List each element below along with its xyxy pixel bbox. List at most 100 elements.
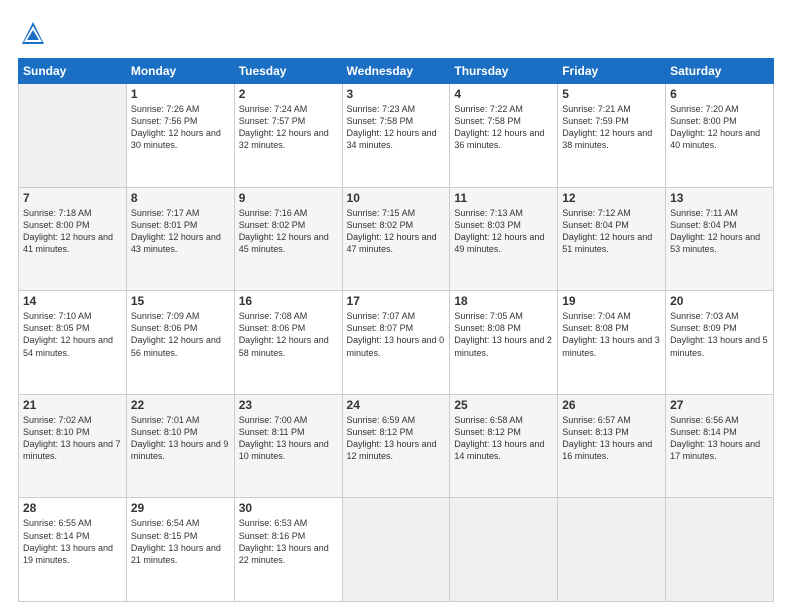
page: SundayMondayTuesdayWednesdayThursdayFrid… <box>0 0 792 612</box>
day-info: Sunrise: 7:08 AMSunset: 8:06 PMDaylight:… <box>239 310 338 359</box>
day-info: Sunrise: 7:05 AMSunset: 8:08 PMDaylight:… <box>454 310 553 359</box>
day-info: Sunrise: 7:00 AMSunset: 8:11 PMDaylight:… <box>239 414 338 463</box>
day-info: Sunrise: 7:23 AMSunset: 7:58 PMDaylight:… <box>347 103 446 152</box>
day-number: 22 <box>131 398 230 412</box>
day-info: Sunrise: 6:59 AMSunset: 8:12 PMDaylight:… <box>347 414 446 463</box>
calendar-day-cell: 17 Sunrise: 7:07 AMSunset: 8:07 PMDayligh… <box>342 291 450 395</box>
day-number: 1 <box>131 87 230 101</box>
day-number: 9 <box>239 191 338 205</box>
day-number: 20 <box>670 294 769 308</box>
calendar-day-cell: 4 Sunrise: 7:22 AMSunset: 7:58 PMDaylight… <box>450 84 558 188</box>
day-info: Sunrise: 6:58 AMSunset: 8:12 PMDaylight:… <box>454 414 553 463</box>
calendar-day-cell <box>558 498 666 602</box>
day-number: 4 <box>454 87 553 101</box>
day-info: Sunrise: 7:03 AMSunset: 8:09 PMDaylight:… <box>670 310 769 359</box>
day-info: Sunrise: 7:18 AMSunset: 8:00 PMDaylight:… <box>23 207 122 256</box>
calendar-day-cell: 25 Sunrise: 6:58 AMSunset: 8:12 PMDayligh… <box>450 394 558 498</box>
day-info: Sunrise: 7:10 AMSunset: 8:05 PMDaylight:… <box>23 310 122 359</box>
calendar-day-cell <box>450 498 558 602</box>
day-info: Sunrise: 7:20 AMSunset: 8:00 PMDaylight:… <box>670 103 769 152</box>
day-info: Sunrise: 7:15 AMSunset: 8:02 PMDaylight:… <box>347 207 446 256</box>
day-info: Sunrise: 7:02 AMSunset: 8:10 PMDaylight:… <box>23 414 122 463</box>
calendar-day-cell <box>666 498 774 602</box>
day-number: 25 <box>454 398 553 412</box>
calendar-day-cell: 14 Sunrise: 7:10 AMSunset: 8:05 PMDayligh… <box>19 291 127 395</box>
day-info: Sunrise: 7:04 AMSunset: 8:08 PMDaylight:… <box>562 310 661 359</box>
calendar-day-cell: 28 Sunrise: 6:55 AMSunset: 8:14 PMDayligh… <box>19 498 127 602</box>
weekday-header: Thursday <box>450 59 558 84</box>
weekday-header: Wednesday <box>342 59 450 84</box>
day-info: Sunrise: 6:53 AMSunset: 8:16 PMDaylight:… <box>239 517 338 566</box>
calendar-day-cell: 20 Sunrise: 7:03 AMSunset: 8:09 PMDayligh… <box>666 291 774 395</box>
calendar-week-row: 14 Sunrise: 7:10 AMSunset: 8:05 PMDayligh… <box>19 291 774 395</box>
day-info: Sunrise: 7:01 AMSunset: 8:10 PMDaylight:… <box>131 414 230 463</box>
day-number: 27 <box>670 398 769 412</box>
calendar-day-cell: 1 Sunrise: 7:26 AMSunset: 7:56 PMDaylight… <box>126 84 234 188</box>
calendar-day-cell: 22 Sunrise: 7:01 AMSunset: 8:10 PMDayligh… <box>126 394 234 498</box>
day-number: 15 <box>131 294 230 308</box>
calendar-table: SundayMondayTuesdayWednesdayThursdayFrid… <box>18 58 774 602</box>
day-info: Sunrise: 7:16 AMSunset: 8:02 PMDaylight:… <box>239 207 338 256</box>
day-number: 6 <box>670 87 769 101</box>
calendar-day-cell: 23 Sunrise: 7:00 AMSunset: 8:11 PMDayligh… <box>234 394 342 498</box>
day-number: 29 <box>131 501 230 515</box>
calendar-day-cell: 21 Sunrise: 7:02 AMSunset: 8:10 PMDayligh… <box>19 394 127 498</box>
day-number: 11 <box>454 191 553 205</box>
calendar-day-cell: 24 Sunrise: 6:59 AMSunset: 8:12 PMDayligh… <box>342 394 450 498</box>
day-info: Sunrise: 7:13 AMSunset: 8:03 PMDaylight:… <box>454 207 553 256</box>
calendar-day-cell: 19 Sunrise: 7:04 AMSunset: 8:08 PMDayligh… <box>558 291 666 395</box>
calendar-day-cell: 26 Sunrise: 6:57 AMSunset: 8:13 PMDayligh… <box>558 394 666 498</box>
header <box>18 18 774 48</box>
logo-icon <box>18 18 48 48</box>
day-info: Sunrise: 7:07 AMSunset: 8:07 PMDaylight:… <box>347 310 446 359</box>
calendar-day-cell: 16 Sunrise: 7:08 AMSunset: 8:06 PMDayligh… <box>234 291 342 395</box>
day-info: Sunrise: 7:12 AMSunset: 8:04 PMDaylight:… <box>562 207 661 256</box>
day-number: 23 <box>239 398 338 412</box>
day-info: Sunrise: 7:17 AMSunset: 8:01 PMDaylight:… <box>131 207 230 256</box>
calendar-day-cell <box>19 84 127 188</box>
calendar-day-cell: 5Sunrise: 7:21 AMSunset: 7:59 PMDaylight… <box>558 84 666 188</box>
calendar-day-cell: 10 Sunrise: 7:15 AMSunset: 8:02 PMDayligh… <box>342 187 450 291</box>
day-info: Sunrise: 7:26 AMSunset: 7:56 PMDaylight:… <box>131 103 230 152</box>
day-info: Sunrise: 6:54 AMSunset: 8:15 PMDaylight:… <box>131 517 230 566</box>
day-number: 7 <box>23 191 122 205</box>
calendar-week-row: 7 Sunrise: 7:18 AMSunset: 8:00 PMDaylight… <box>19 187 774 291</box>
day-number: 28 <box>23 501 122 515</box>
day-number: 24 <box>347 398 446 412</box>
day-number: 10 <box>347 191 446 205</box>
day-info: Sunrise: 6:56 AMSunset: 8:14 PMDaylight:… <box>670 414 769 463</box>
day-number: 16 <box>239 294 338 308</box>
calendar-week-row: 28 Sunrise: 6:55 AMSunset: 8:14 PMDayligh… <box>19 498 774 602</box>
weekday-header: Sunday <box>19 59 127 84</box>
day-info: Sunrise: 7:09 AMSunset: 8:06 PMDaylight:… <box>131 310 230 359</box>
day-info: Sunrise: 7:22 AMSunset: 7:58 PMDaylight:… <box>454 103 553 152</box>
logo <box>18 18 52 48</box>
calendar-day-cell: 27 Sunrise: 6:56 AMSunset: 8:14 PMDayligh… <box>666 394 774 498</box>
weekday-header-row: SundayMondayTuesdayWednesdayThursdayFrid… <box>19 59 774 84</box>
day-info: Sunrise: 6:57 AMSunset: 8:13 PMDaylight:… <box>562 414 661 463</box>
day-number: 13 <box>670 191 769 205</box>
calendar-day-cell: 15 Sunrise: 7:09 AMSunset: 8:06 PMDayligh… <box>126 291 234 395</box>
calendar-week-row: 21 Sunrise: 7:02 AMSunset: 8:10 PMDayligh… <box>19 394 774 498</box>
day-info: Sunrise: 7:21 AMSunset: 7:59 PMDaylight:… <box>562 103 661 152</box>
calendar-day-cell: 6 Sunrise: 7:20 AMSunset: 8:00 PMDaylight… <box>666 84 774 188</box>
day-number: 18 <box>454 294 553 308</box>
day-number: 19 <box>562 294 661 308</box>
weekday-header: Monday <box>126 59 234 84</box>
weekday-header: Friday <box>558 59 666 84</box>
day-number: 14 <box>23 294 122 308</box>
calendar-day-cell: 9 Sunrise: 7:16 AMSunset: 8:02 PMDaylight… <box>234 187 342 291</box>
calendar-day-cell: 11 Sunrise: 7:13 AMSunset: 8:03 PMDayligh… <box>450 187 558 291</box>
weekday-header: Tuesday <box>234 59 342 84</box>
weekday-header: Saturday <box>666 59 774 84</box>
calendar-day-cell: 2Sunrise: 7:24 AMSunset: 7:57 PMDaylight… <box>234 84 342 188</box>
calendar-day-cell: 30Sunrise: 6:53 AMSunset: 8:16 PMDayligh… <box>234 498 342 602</box>
day-info: Sunrise: 7:11 AMSunset: 8:04 PMDaylight:… <box>670 207 769 256</box>
day-number: 8 <box>131 191 230 205</box>
day-number: 3 <box>347 87 446 101</box>
day-number: 17 <box>347 294 446 308</box>
day-info: Sunrise: 6:55 AMSunset: 8:14 PMDaylight:… <box>23 517 122 566</box>
day-number: 21 <box>23 398 122 412</box>
calendar-day-cell: 8 Sunrise: 7:17 AMSunset: 8:01 PMDaylight… <box>126 187 234 291</box>
day-number: 26 <box>562 398 661 412</box>
